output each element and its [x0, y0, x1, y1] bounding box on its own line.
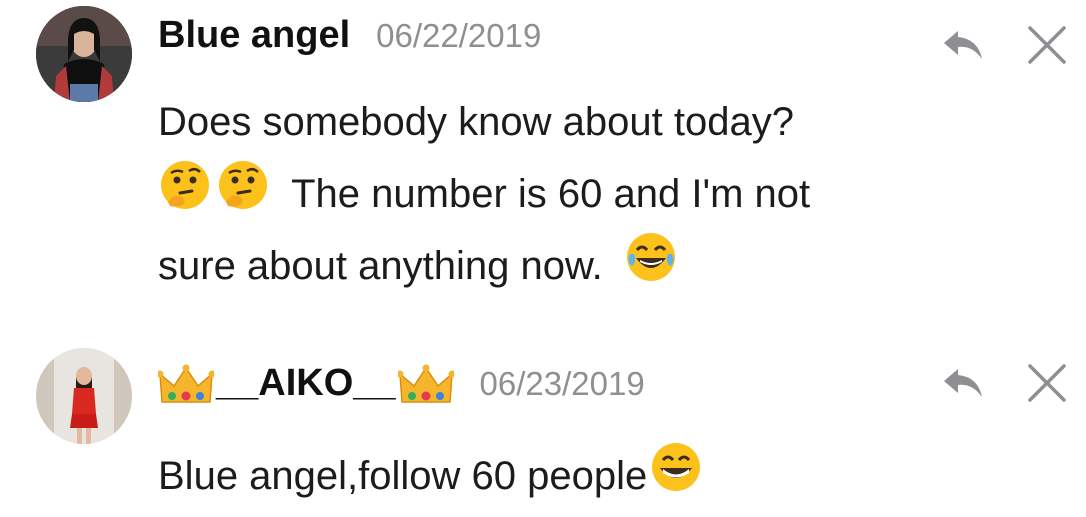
comment-line: sure about anything now. [158, 230, 958, 302]
comment-text: sure about anything now. [158, 244, 603, 289]
face-with-tears-of-joy-icon [624, 230, 678, 307]
comment-text: The number is 60 and I'm not [291, 172, 811, 217]
comment-line: Does somebody know about today? [158, 86, 958, 158]
username[interactable]: Blue angel [158, 14, 350, 57]
comment-date: 06/23/2019 [479, 365, 645, 402]
comment-actions [936, 356, 1076, 416]
close-icon [1028, 364, 1066, 402]
crown-icon [396, 362, 456, 413]
reply-button[interactable] [936, 18, 990, 72]
thinking-face-icon [216, 158, 270, 235]
close-button[interactable] [1020, 356, 1074, 410]
close-icon [1028, 26, 1066, 64]
comment-body: Blue angel,follow 60 people [158, 440, 958, 512]
comment-2: __AIKO__ 06/23/2019 Blue angel,follow 60… [0, 330, 1086, 510]
comment-text: Blue angel,follow 60 people [158, 454, 648, 499]
comment-line: The number is 60 and I'm not [158, 158, 958, 230]
comment-line: Blue angel,follow 60 people [158, 440, 958, 512]
avatar-image [36, 348, 132, 444]
thinking-face-icon [158, 158, 212, 235]
grinning-face-icon [649, 440, 703, 517]
crown-icon [156, 362, 216, 413]
comment-body: Does somebody know about today? The numb… [158, 86, 958, 302]
comment-text: Does somebody know about today? [158, 100, 794, 144]
comment-header: Blue angel 06/22/2019 [158, 14, 541, 57]
reply-icon [944, 31, 982, 59]
close-button[interactable] [1020, 18, 1074, 72]
avatar-blue-angel[interactable] [36, 6, 132, 102]
avatar-image [36, 6, 132, 102]
comment-1: Blue angel 06/22/2019 Does somebody know… [0, 0, 1086, 320]
comment-header: __AIKO__ 06/23/2019 [156, 362, 645, 413]
comment-actions [936, 18, 1076, 78]
reply-icon [944, 369, 982, 397]
comment-date: 06/22/2019 [376, 17, 542, 54]
avatar-aiko[interactable] [36, 348, 132, 444]
reply-button[interactable] [936, 356, 990, 410]
username[interactable]: __AIKO__ [216, 362, 396, 405]
